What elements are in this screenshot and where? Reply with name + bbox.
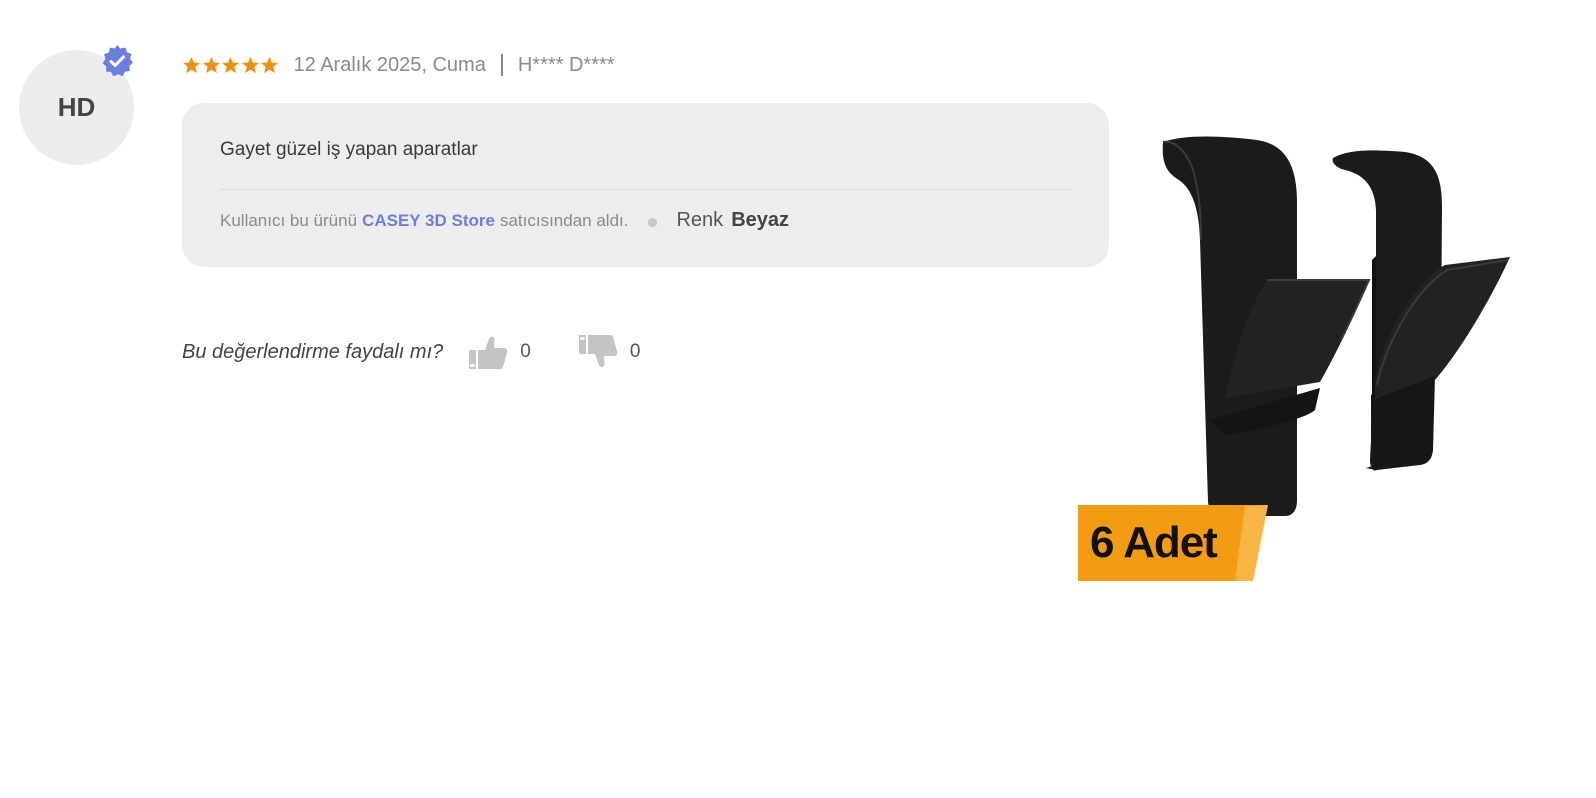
header-divider	[500, 54, 503, 76]
review-card: HD 12 Aralık 2025, Cuma H**** D**** Gaye…	[0, 0, 1596, 798]
star-icon	[182, 56, 201, 73]
thumbs-down-button[interactable]: 0	[577, 331, 641, 373]
star-icon	[202, 56, 220, 73]
thumbs-up-icon	[469, 336, 508, 369]
attribute-value: Beyaz	[731, 209, 789, 231]
seller-info: Kullanıcı bu ürünü CASEY 3D Store satıcı…	[220, 209, 789, 232]
star-icon	[260, 56, 279, 73]
review-date: 12 Aralık 2025, Cuma	[293, 53, 486, 76]
seller-suffix: satıcısından aldı.	[499, 210, 629, 230]
verified-check-icon	[102, 45, 133, 77]
helpful-question: Bu değerlendirme faydalı mı?	[182, 340, 444, 363]
comment-divider	[220, 189, 1071, 190]
thumbs-up-count: 0	[520, 341, 531, 362]
rating-stars	[182, 56, 280, 75]
star-icon	[221, 56, 240, 73]
thumbs-down-count: 0	[629, 341, 641, 362]
separator-dot	[648, 218, 658, 227]
thumbs-up-button[interactable]: 0	[467, 331, 531, 373]
star-icon	[241, 56, 259, 73]
review-header: 12 Aralık 2025, Cuma H**** D****	[182, 50, 615, 80]
seller-prefix: Kullanıcı bu ürünü	[220, 210, 358, 230]
seller-link[interactable]: CASEY 3D Store	[362, 211, 495, 231]
thumbs-down-icon	[578, 335, 618, 368]
product-quantity-badge: 6 Adet	[1090, 518, 1218, 567]
comment-box: Gayet güzel iş yapan aparatlar Kullanıcı…	[182, 103, 1109, 267]
review-comment: Gayet güzel iş yapan aparatlar	[220, 139, 478, 160]
attribute-label: Renk	[676, 209, 724, 231]
reviewer-initials: HD	[57, 92, 96, 122]
review-author: H**** D****	[517, 53, 615, 76]
helpful-vote-row: Bu değerlendirme faydalı mı? 0 0	[182, 332, 640, 372]
